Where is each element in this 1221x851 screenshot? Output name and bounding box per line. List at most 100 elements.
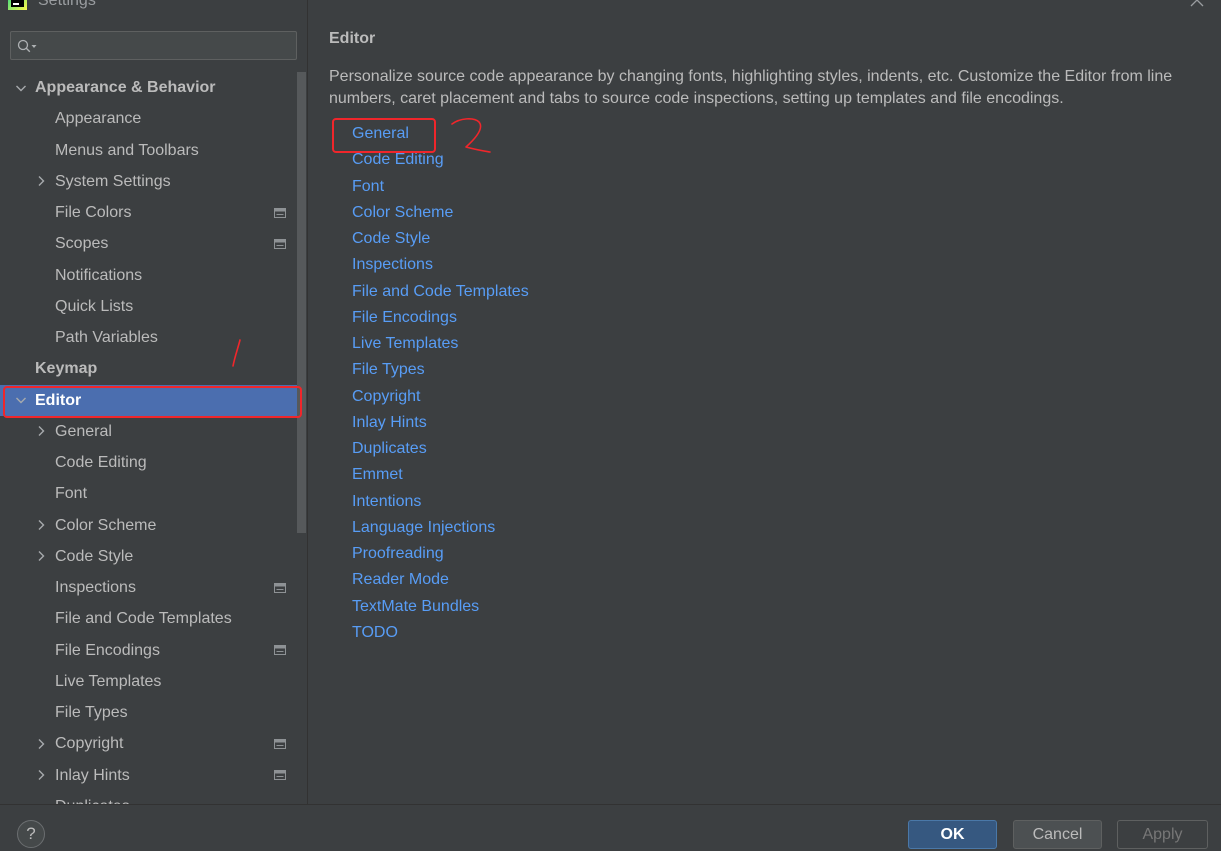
sidebar-item-keymap[interactable]: Keymap (0, 353, 297, 384)
sidebar-item-menus-and-toolbars[interactable]: Menus and Toolbars (0, 135, 297, 166)
link-intentions[interactable]: Intentions (352, 489, 421, 515)
link-file-types[interactable]: File Types (352, 357, 425, 383)
settings-sidebar: Appearance & Behavior Appearance Menus and… (0, 0, 307, 804)
link-general[interactable]: General (332, 118, 436, 153)
link-copyright[interactable]: Copyright (352, 384, 420, 410)
ok-button[interactable]: OK (908, 820, 997, 849)
link-code-editing[interactable]: Code Editing (352, 147, 444, 173)
sidebar-item-file-encodings[interactable]: File Encodings (0, 635, 297, 666)
settings-link-list: General Code Editing Font Color Scheme Code … (332, 118, 529, 646)
link-language-injections[interactable]: Language Injections (352, 515, 495, 541)
link-label: File Encodings (352, 308, 457, 326)
sidebar-item-appearance-and-behavior[interactable]: Appearance & Behavior (0, 72, 297, 103)
search-field[interactable] (10, 31, 297, 60)
sidebar-item-scopes[interactable]: Scopes (0, 228, 297, 259)
sidebar-item-label: Duplicates (55, 791, 130, 804)
sidebar-item-label: Font (55, 485, 88, 503)
sidebar-item-label: Keymap (35, 360, 98, 378)
link-label: Duplicates (352, 440, 427, 457)
sidebar-item-editor[interactable]: Editor (0, 384, 302, 418)
sidebar-item-quick-lists[interactable]: Quick Lists (0, 291, 297, 322)
link-todo[interactable]: TODO (352, 620, 398, 646)
search-icon[interactable] (17, 39, 39, 53)
link-label: Inlay Hints (352, 413, 427, 431)
link-label: TODO (352, 623, 398, 641)
link-label: Inspections (352, 256, 433, 274)
chevron-down-icon[interactable] (15, 82, 27, 94)
chevron-right-icon[interactable] (35, 738, 47, 750)
link-label: Emmet (352, 466, 403, 484)
dialog-footer: ? OK Cancel Apply (0, 805, 1221, 851)
sidebar-item-file-colors[interactable]: File Colors (0, 197, 297, 228)
link-label: Intentions (352, 492, 422, 510)
project-level-settings-icon (274, 207, 286, 218)
chevron-right-icon[interactable] (35, 550, 47, 562)
sidebar-item-font[interactable]: Font (0, 478, 297, 509)
chevron-right-icon[interactable] (35, 425, 47, 437)
sidebar-item-label: Code Style (55, 547, 134, 565)
link-inlay-hints[interactable]: Inlay Hints (352, 410, 427, 436)
sidebar-item-label: File Colors (55, 204, 132, 221)
cancel-button[interactable]: Cancel (1013, 820, 1102, 849)
sidebar-item-code-style[interactable]: Code Style (0, 541, 297, 572)
link-label: Copyright (352, 387, 421, 405)
link-file-encodings[interactable]: File Encodings (352, 305, 457, 331)
link-textmate-bundles[interactable]: TextMate Bundles (352, 594, 479, 620)
link-inspections[interactable]: Inspections (352, 252, 433, 278)
sidebar-item-path-variables[interactable]: Path Variables (0, 322, 297, 353)
chevron-right-icon[interactable] (35, 519, 47, 531)
project-level-settings-icon (274, 645, 286, 656)
sidebar-item-label: Code Editing (55, 454, 147, 471)
link-label: Language Injections (352, 518, 496, 536)
sidebar-item-notifications[interactable]: Notifications (0, 260, 297, 291)
sidebar-item-duplicates[interactable]: Duplicates (0, 791, 297, 804)
sidebar-item-copyright[interactable]: Copyright (0, 728, 297, 759)
sidebar-item-inspections[interactable]: Inspections (0, 572, 297, 603)
apply-button[interactable]: Apply (1117, 820, 1208, 849)
link-file-and-code-templates[interactable]: File and Code Templates (352, 279, 529, 305)
sidebar-item-label: File Types (55, 704, 128, 721)
sidebar-item-label: Inspections (55, 579, 136, 596)
sidebar-item-label: Path Variables (55, 329, 158, 346)
sidebar-item-system-settings[interactable]: System Settings (0, 166, 297, 197)
sidebar-item-general[interactable]: General (0, 416, 297, 447)
chevron-right-icon[interactable] (35, 175, 47, 187)
sidebar-item-label: Copyright (55, 735, 124, 753)
link-reader-mode[interactable]: Reader Mode (352, 567, 449, 593)
link-label: Font (352, 177, 385, 195)
page-title: Editor (329, 30, 376, 47)
settings-tree: Appearance & Behavior Appearance Menus and… (0, 72, 307, 804)
sidebar-item-label: Appearance (55, 110, 142, 128)
sidebar-item-inlay-hints[interactable]: Inlay Hints (0, 760, 297, 791)
cancel-button-label: Cancel (1032, 826, 1083, 843)
link-label: Code Style (352, 230, 431, 247)
link-label: Live Templates (352, 335, 459, 352)
link-code-style[interactable]: Code Style (352, 226, 430, 252)
link-color-scheme[interactable]: Color Scheme (352, 200, 453, 226)
sidebar-item-label: General (55, 422, 112, 440)
link-font[interactable]: Font (352, 174, 384, 200)
sidebar-item-file-and-code-templates[interactable]: File and Code Templates (0, 603, 297, 634)
link-duplicates[interactable]: Duplicates (352, 436, 427, 462)
sidebar-item-label: Appearance & Behavior (35, 79, 216, 96)
sidebar-item-live-templates[interactable]: Live Templates (0, 666, 297, 697)
settings-content: Editor Personalize source code appearanc… (308, 0, 1221, 804)
sidebar-item-file-types[interactable]: File Types (0, 697, 297, 728)
link-emmet[interactable]: Emmet (352, 462, 403, 488)
page-description: Personalize source code appearance by ch… (329, 68, 1173, 107)
link-label: Code Editing (352, 151, 444, 169)
sidebar-item-label: System Settings (55, 172, 171, 190)
chevron-right-icon[interactable] (35, 769, 47, 781)
search-input[interactable] (43, 35, 288, 56)
link-proofreading[interactable]: Proofreading (352, 541, 444, 567)
help-button[interactable]: ? (17, 820, 45, 848)
sidebar-scrollbar[interactable] (297, 72, 306, 533)
sidebar-item-code-editing[interactable]: Code Editing (0, 447, 297, 478)
sidebar-item-label: Color Scheme (55, 516, 157, 534)
chevron-down-icon[interactable] (15, 394, 27, 406)
link-live-templates[interactable]: Live Templates (352, 331, 458, 357)
project-level-settings-icon (274, 738, 286, 749)
sidebar-item-color-scheme[interactable]: Color Scheme (0, 510, 297, 541)
project-level-settings-icon (274, 770, 286, 781)
sidebar-item-appearance[interactable]: Appearance (0, 103, 297, 134)
